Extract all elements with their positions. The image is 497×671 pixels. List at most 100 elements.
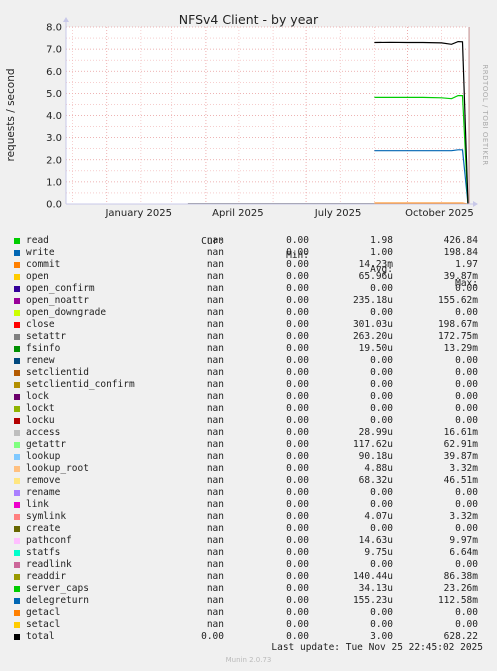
legend-swatch (14, 370, 20, 376)
legend-swatch (14, 514, 20, 520)
legend-max: 0.00 (455, 367, 478, 378)
legend-row: lookup nan 0.00 90.18u 39.87m (0, 451, 497, 463)
legend-swatch (14, 442, 20, 448)
legend-row: write nan 0.00 1.00 198.84 (0, 247, 497, 259)
legend-min: 0.00 (286, 559, 309, 570)
legend-avg: 90.18u (358, 451, 393, 462)
legend-name: read (26, 235, 49, 246)
legend-max: 198.67m (437, 319, 478, 330)
legend-max: 0.00 (455, 391, 478, 402)
legend-avg: 0.00 (370, 283, 393, 294)
legend-cur: nan (206, 571, 224, 582)
legend-row: delegreturn nan 0.00 155.23u 112.58m (0, 595, 497, 607)
legend-cur: nan (206, 307, 224, 318)
legend-swatch (14, 610, 20, 616)
legend-avg: 0.00 (370, 355, 393, 366)
legend-name: remove (26, 475, 61, 486)
legend-max: 39.87m (443, 451, 478, 462)
legend-cur: nan (206, 259, 224, 270)
y-tick-label: 7.0 (46, 45, 62, 56)
legend-name: setclientid_confirm (26, 379, 135, 390)
legend-cur: nan (206, 523, 224, 534)
legend-swatch (14, 586, 20, 592)
y-tick-label: 2.0 (46, 155, 62, 166)
legend-cur: nan (206, 619, 224, 630)
legend-max: 0.00 (455, 415, 478, 426)
legend-row: rename nan 0.00 0.00 0.00 (0, 487, 497, 499)
legend-cur: nan (206, 367, 224, 378)
legend-swatch (14, 430, 20, 436)
legend-min: 0.00 (286, 439, 309, 450)
legend-name: open (26, 271, 49, 282)
legend-row: readlink nan 0.00 0.00 0.00 (0, 559, 497, 571)
legend-swatch (14, 238, 20, 244)
legend-cur: nan (206, 427, 224, 438)
legend-swatch (14, 634, 20, 640)
y-tick-label: 5.0 (46, 89, 62, 100)
legend-row: lookup_root nan 0.00 4.88u 3.32m (0, 463, 497, 475)
x-tick-label: July 2025 (314, 208, 362, 219)
legend-swatch (14, 574, 20, 580)
y-axis-label: requests / second (5, 68, 17, 161)
legend-min: 0.00 (286, 235, 309, 246)
legend-cur: nan (206, 547, 224, 558)
legend-name: setattr (26, 331, 67, 342)
legend-table: Cur: Min: Avg: Max: read nan 0.00 1.98 426.8… (0, 221, 497, 643)
legend-row: locku nan 0.00 0.00 0.00 (0, 415, 497, 427)
y-tick-label: 1.0 (46, 177, 62, 188)
last-update: Last update: Tue Nov 25 22:45:02 2025 (271, 642, 483, 653)
y-axis-arrow (63, 17, 69, 22)
legend-max: 0.00 (455, 559, 478, 570)
legend-min: 0.00 (286, 331, 309, 342)
legend-name: symlink (26, 511, 67, 522)
legend-max: 0.00 (455, 307, 478, 318)
legend-max: 155.62m (437, 295, 478, 306)
legend-row: getacl nan 0.00 0.00 0.00 (0, 607, 497, 619)
legend-max: 39.87m (443, 271, 478, 282)
legend-row: setattr nan 0.00 263.20u 172.75m (0, 331, 497, 343)
legend-row: getattr nan 0.00 117.62u 62.91m (0, 439, 497, 451)
legend-name: statfs (26, 547, 61, 558)
legend-row: fsinfo nan 0.00 19.50u 13.29m (0, 343, 497, 355)
legend-swatch (14, 406, 20, 412)
legend-row: setclientid nan 0.00 0.00 0.00 (0, 367, 497, 379)
legend-name: delegreturn (26, 595, 89, 606)
legend-swatch (14, 562, 20, 568)
legend-avg: 4.07u (364, 511, 393, 522)
legend-avg: 14.63u (358, 535, 393, 546)
legend-name: locku (26, 415, 55, 426)
legend-min: 0.00 (286, 511, 309, 522)
legend-cur: nan (206, 391, 224, 402)
legend-min: 0.00 (286, 475, 309, 486)
legend-row: symlink nan 0.00 4.07u 3.32m (0, 511, 497, 523)
legend-min: 0.00 (286, 295, 309, 306)
legend-row: setacl nan 0.00 0.00 0.00 (0, 619, 497, 631)
legend-max: 0.00 (455, 619, 478, 630)
legend-row: setclientid_confirm nan 0.00 0.00 0.00 (0, 379, 497, 391)
legend-name: close (26, 319, 55, 330)
legend-max: 6.64m (449, 547, 478, 558)
legend-row: access nan 0.00 28.99u 16.61m (0, 427, 497, 439)
legend-max: 3.32m (449, 511, 478, 522)
legend-row: commit nan 0.00 14.23m 1.97 (0, 259, 497, 271)
legend-cur: nan (206, 379, 224, 390)
legend-swatch (14, 298, 20, 304)
y-tick-label: 3.0 (46, 133, 62, 144)
legend-cur: nan (206, 295, 224, 306)
legend-max: 3.32m (449, 463, 478, 474)
legend-row: open_noattr nan 0.00 235.18u 155.62m (0, 295, 497, 307)
legend-swatch (14, 454, 20, 460)
legend-avg: 140.44u (352, 571, 393, 582)
legend-avg: 301.03u (352, 319, 393, 330)
legend-name: readdir (26, 571, 67, 582)
legend-name: create (26, 523, 61, 534)
legend-swatch (14, 322, 20, 328)
legend-row: remove nan 0.00 68.32u 46.51m (0, 475, 497, 487)
legend-name: commit (26, 259, 61, 270)
legend-row: lock nan 0.00 0.00 0.00 (0, 391, 497, 403)
legend-cur: nan (206, 247, 224, 258)
legend-row: pathconf nan 0.00 14.63u 9.97m (0, 535, 497, 547)
legend-name: rename (26, 487, 61, 498)
legend-avg: 0.00 (370, 367, 393, 378)
legend-cur: 0.00 (201, 631, 224, 642)
